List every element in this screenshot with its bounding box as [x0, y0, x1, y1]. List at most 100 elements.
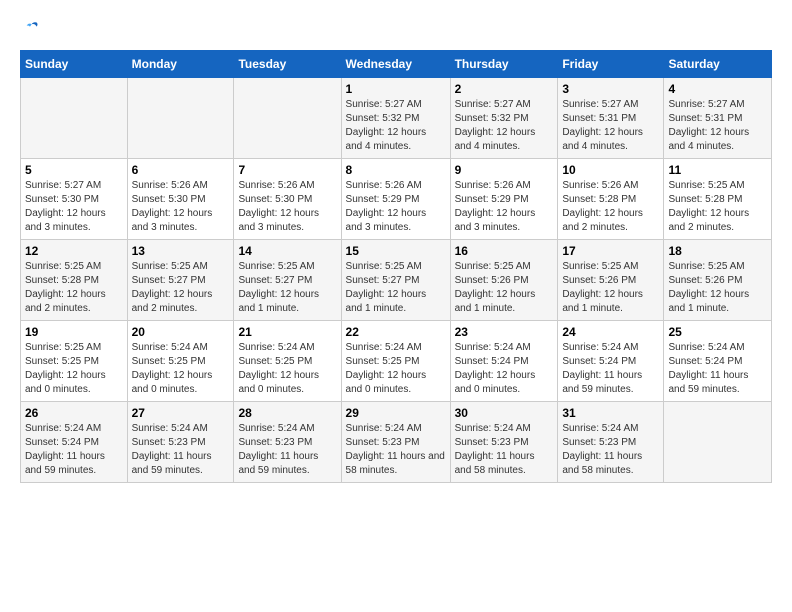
day-number: 2 — [455, 82, 554, 96]
day-info: Sunrise: 5:27 AM Sunset: 5:31 PM Dayligh… — [562, 98, 659, 154]
day-number: 22 — [346, 325, 446, 339]
calendar-cell: 23 Sunrise: 5:24 AM Sunset: 5:24 PM Dayli… — [450, 321, 558, 402]
calendar-cell: 11 Sunrise: 5:25 AM Sunset: 5:28 PM Dayli… — [664, 159, 772, 240]
day-number: 18 — [668, 244, 767, 258]
day-info: Sunrise: 5:24 AM Sunset: 5:24 PM Dayligh… — [455, 341, 554, 397]
calendar-cell: 24 Sunrise: 5:24 AM Sunset: 5:24 PM Dayli… — [558, 321, 664, 402]
calendar-cell: 29 Sunrise: 5:24 AM Sunset: 5:23 PM Dayli… — [341, 402, 450, 483]
calendar-cell: 21 Sunrise: 5:24 AM Sunset: 5:25 PM Dayli… — [234, 321, 341, 402]
day-info: Sunrise: 5:24 AM Sunset: 5:24 PM Dayligh… — [668, 341, 767, 397]
calendar-cell — [664, 402, 772, 483]
day-number: 3 — [562, 82, 659, 96]
day-number: 28 — [238, 406, 336, 420]
calendar-cell: 15 Sunrise: 5:25 AM Sunset: 5:27 PM Dayli… — [341, 240, 450, 321]
day-number: 5 — [25, 163, 123, 177]
calendar-cell: 17 Sunrise: 5:25 AM Sunset: 5:26 PM Dayli… — [558, 240, 664, 321]
day-info: Sunrise: 5:25 AM Sunset: 5:25 PM Dayligh… — [25, 341, 123, 397]
calendar-week-5: 26 Sunrise: 5:24 AM Sunset: 5:24 PM Dayli… — [21, 402, 772, 483]
header-cell-sunday: Sunday — [21, 51, 128, 78]
day-info: Sunrise: 5:24 AM Sunset: 5:23 PM Dayligh… — [238, 422, 336, 478]
day-info: Sunrise: 5:24 AM Sunset: 5:24 PM Dayligh… — [25, 422, 123, 478]
header — [20, 20, 772, 40]
header-cell-tuesday: Tuesday — [234, 51, 341, 78]
calendar-week-4: 19 Sunrise: 5:25 AM Sunset: 5:25 PM Dayli… — [21, 321, 772, 402]
day-info: Sunrise: 5:25 AM Sunset: 5:27 PM Dayligh… — [132, 260, 230, 316]
day-info: Sunrise: 5:25 AM Sunset: 5:26 PM Dayligh… — [455, 260, 554, 316]
day-info: Sunrise: 5:25 AM Sunset: 5:27 PM Dayligh… — [346, 260, 446, 316]
day-info: Sunrise: 5:24 AM Sunset: 5:24 PM Dayligh… — [562, 341, 659, 397]
day-number: 29 — [346, 406, 446, 420]
logo — [20, 20, 44, 40]
day-number: 21 — [238, 325, 336, 339]
calendar-cell — [127, 78, 234, 159]
day-number: 9 — [455, 163, 554, 177]
day-info: Sunrise: 5:25 AM Sunset: 5:27 PM Dayligh… — [238, 260, 336, 316]
day-number: 6 — [132, 163, 230, 177]
calendar-cell: 4 Sunrise: 5:27 AM Sunset: 5:31 PM Daylig… — [664, 78, 772, 159]
day-number: 10 — [562, 163, 659, 177]
calendar-cell: 9 Sunrise: 5:26 AM Sunset: 5:29 PM Daylig… — [450, 159, 558, 240]
calendar-week-1: 1 Sunrise: 5:27 AM Sunset: 5:32 PM Daylig… — [21, 78, 772, 159]
calendar-cell: 26 Sunrise: 5:24 AM Sunset: 5:24 PM Dayli… — [21, 402, 128, 483]
day-number: 4 — [668, 82, 767, 96]
calendar-cell: 31 Sunrise: 5:24 AM Sunset: 5:23 PM Dayli… — [558, 402, 664, 483]
day-info: Sunrise: 5:27 AM Sunset: 5:31 PM Dayligh… — [668, 98, 767, 154]
day-number: 15 — [346, 244, 446, 258]
calendar-cell: 20 Sunrise: 5:24 AM Sunset: 5:25 PM Dayli… — [127, 321, 234, 402]
day-number: 26 — [25, 406, 123, 420]
day-info: Sunrise: 5:25 AM Sunset: 5:26 PM Dayligh… — [562, 260, 659, 316]
day-number: 24 — [562, 325, 659, 339]
day-info: Sunrise: 5:27 AM Sunset: 5:30 PM Dayligh… — [25, 179, 123, 235]
calendar-cell: 10Sunrise: 5:26 AM Sunset: 5:28 PM Dayli… — [558, 159, 664, 240]
day-number: 25 — [668, 325, 767, 339]
calendar-cell: 28 Sunrise: 5:24 AM Sunset: 5:23 PM Dayli… — [234, 402, 341, 483]
day-number: 16 — [455, 244, 554, 258]
day-info: Sunrise: 5:24 AM Sunset: 5:23 PM Dayligh… — [346, 422, 446, 478]
day-number: 27 — [132, 406, 230, 420]
header-cell-friday: Friday — [558, 51, 664, 78]
day-info: Sunrise: 5:24 AM Sunset: 5:25 PM Dayligh… — [132, 341, 230, 397]
calendar-cell: 27Sunrise: 5:24 AM Sunset: 5:23 PM Dayli… — [127, 402, 234, 483]
calendar-week-3: 12Sunrise: 5:25 AM Sunset: 5:28 PM Dayli… — [21, 240, 772, 321]
calendar-cell: 22 Sunrise: 5:24 AM Sunset: 5:25 PM Dayli… — [341, 321, 450, 402]
day-info: Sunrise: 5:25 AM Sunset: 5:28 PM Dayligh… — [668, 179, 767, 235]
calendar-week-2: 5 Sunrise: 5:27 AM Sunset: 5:30 PM Daylig… — [21, 159, 772, 240]
calendar-cell: 5 Sunrise: 5:27 AM Sunset: 5:30 PM Daylig… — [21, 159, 128, 240]
calendar-cell: 6 Sunrise: 5:26 AM Sunset: 5:30 PM Daylig… — [127, 159, 234, 240]
day-number: 19 — [25, 325, 123, 339]
day-number: 17 — [562, 244, 659, 258]
day-number: 23 — [455, 325, 554, 339]
calendar-cell: 30 Sunrise: 5:24 AM Sunset: 5:23 PM Dayli… — [450, 402, 558, 483]
calendar-cell: 12Sunrise: 5:25 AM Sunset: 5:28 PM Dayli… — [21, 240, 128, 321]
calendar-cell: 7Sunrise: 5:26 AM Sunset: 5:30 PM Daylig… — [234, 159, 341, 240]
day-number: 30 — [455, 406, 554, 420]
day-info: Sunrise: 5:26 AM Sunset: 5:29 PM Dayligh… — [346, 179, 446, 235]
day-info: Sunrise: 5:26 AM Sunset: 5:30 PM Dayligh… — [238, 179, 336, 235]
calendar-cell: 8 Sunrise: 5:26 AM Sunset: 5:29 PM Daylig… — [341, 159, 450, 240]
day-info: Sunrise: 5:24 AM Sunset: 5:23 PM Dayligh… — [562, 422, 659, 478]
calendar-cell: 14Sunrise: 5:25 AM Sunset: 5:27 PM Dayli… — [234, 240, 341, 321]
header-cell-monday: Monday — [127, 51, 234, 78]
calendar-cell: 1 Sunrise: 5:27 AM Sunset: 5:32 PM Daylig… — [341, 78, 450, 159]
calendar-cell: 13Sunrise: 5:25 AM Sunset: 5:27 PM Dayli… — [127, 240, 234, 321]
header-cell-wednesday: Wednesday — [341, 51, 450, 78]
day-info: Sunrise: 5:24 AM Sunset: 5:23 PM Dayligh… — [455, 422, 554, 478]
logo-bird-icon — [20, 20, 40, 40]
header-row: SundayMondayTuesdayWednesdayThursdayFrid… — [21, 51, 772, 78]
day-info: Sunrise: 5:27 AM Sunset: 5:32 PM Dayligh… — [455, 98, 554, 154]
day-number: 20 — [132, 325, 230, 339]
calendar-cell: 25 Sunrise: 5:24 AM Sunset: 5:24 PM Dayli… — [664, 321, 772, 402]
day-info: Sunrise: 5:24 AM Sunset: 5:25 PM Dayligh… — [346, 341, 446, 397]
calendar-table: SundayMondayTuesdayWednesdayThursdayFrid… — [20, 50, 772, 483]
day-info: Sunrise: 5:24 AM Sunset: 5:25 PM Dayligh… — [238, 341, 336, 397]
day-number: 11 — [668, 163, 767, 177]
day-info: Sunrise: 5:26 AM Sunset: 5:30 PM Dayligh… — [132, 179, 230, 235]
calendar-cell: 2 Sunrise: 5:27 AM Sunset: 5:32 PM Daylig… — [450, 78, 558, 159]
day-info: Sunrise: 5:26 AM Sunset: 5:29 PM Dayligh… — [455, 179, 554, 235]
day-number: 1 — [346, 82, 446, 96]
calendar-cell: 3 Sunrise: 5:27 AM Sunset: 5:31 PM Daylig… — [558, 78, 664, 159]
day-number: 31 — [562, 406, 659, 420]
day-info: Sunrise: 5:27 AM Sunset: 5:32 PM Dayligh… — [346, 98, 446, 154]
day-number: 8 — [346, 163, 446, 177]
day-number: 12 — [25, 244, 123, 258]
